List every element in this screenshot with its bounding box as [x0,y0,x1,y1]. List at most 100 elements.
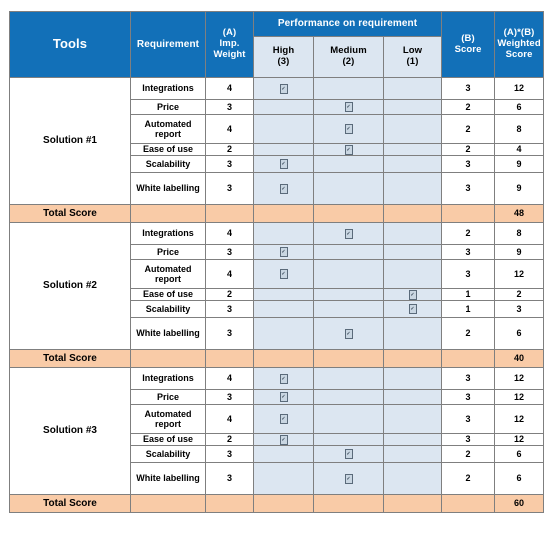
performance-cell-low[interactable] [382,155,443,173]
performance-cell-medium[interactable]: ✓ [313,222,384,245]
importance-weight-cell: 4 [205,114,254,144]
total-score-empty-cell [130,349,206,368]
performance-cell-low[interactable] [382,462,443,495]
weighted-score-cell: 8 [494,222,545,245]
performance-cell-high[interactable]: ✓ [253,367,314,390]
solution-name-cell: Solution #3 [9,367,131,495]
performance-cell-high[interactable]: ✓ [253,259,314,289]
total-score-empty-cell [205,349,254,368]
weighted-score-cell: 6 [494,462,545,495]
performance-cell-medium[interactable] [313,300,384,318]
header-weighted-score: (A)*(B) Weighted Score [494,11,545,78]
requirement-cell: Ease of use [130,143,206,156]
weighted-score-cell: 12 [494,433,545,446]
performance-cell-high[interactable]: ✓ [253,172,314,205]
performance-cell-medium[interactable] [313,155,384,173]
performance-cell-high[interactable]: ✓ [253,389,314,405]
performance-cell-high[interactable] [253,445,314,463]
header-score: (B) Score [441,11,496,78]
total-score-empty-cell [205,204,254,223]
performance-cell-medium[interactable] [313,259,384,289]
requirement-cell: Price [130,99,206,115]
weighted-score-cell: 2 [494,288,545,301]
score-cell: 2 [441,445,496,463]
total-score-row: Total Score 40 [9,349,545,368]
performance-cell-medium[interactable]: ✓ [313,317,384,350]
importance-weight-cell: 3 [205,99,254,115]
weighted-score-cell: 6 [494,99,545,115]
performance-cell-high[interactable]: ✓ [253,244,314,260]
importance-weight-cell: 4 [205,77,254,100]
importance-weight-cell: 3 [205,317,254,350]
performance-cell-high[interactable] [253,114,314,144]
table-row: Solution #2 Integrations 4 ✓ 2 8 [9,222,545,350]
performance-cell-low[interactable] [382,367,443,390]
performance-cell-low[interactable] [382,445,443,463]
header-perf-low: Low (1) [382,36,443,78]
score-cell: 1 [441,300,496,318]
performance-cell-medium[interactable] [313,172,384,205]
performance-cell-low[interactable] [382,317,443,350]
performance-cell-low[interactable] [382,114,443,144]
total-score-value: 40 [494,349,545,368]
score-cell: 3 [441,155,496,173]
performance-cell-high[interactable]: ✓ [253,404,314,434]
performance-cell-medium[interactable]: ✓ [313,114,384,144]
performance-cell-low[interactable] [382,433,443,446]
checkmark-icon: ✓ [408,304,417,315]
score-cell: 3 [441,433,496,446]
score-cell: 3 [441,404,496,434]
total-score-empty-cell [441,349,496,368]
performance-cell-medium[interactable] [313,433,384,446]
weighted-score-cell: 12 [494,259,545,289]
performance-cell-high[interactable] [253,143,314,156]
requirement-cell: Integrations [130,77,206,100]
performance-cell-low[interactable] [382,404,443,434]
performance-cell-medium[interactable] [313,404,384,434]
performance-cell-low[interactable] [382,222,443,245]
performance-cell-high[interactable] [253,462,314,495]
performance-cell-high[interactable]: ✓ [253,77,314,100]
checkmark-icon: ✓ [279,159,288,170]
performance-cell-high[interactable] [253,317,314,350]
header-perf-medium: Medium (2) [313,36,384,78]
performance-cell-low[interactable] [382,259,443,289]
header-perf-high-line2: (3) [277,56,290,67]
requirement-cell: Integrations [130,222,206,245]
performance-cell-low[interactable] [382,172,443,205]
performance-cell-medium[interactable] [313,389,384,405]
performance-cell-medium[interactable]: ✓ [313,99,384,115]
performance-cell-low[interactable] [382,389,443,405]
total-score-label: Total Score [9,204,131,223]
table-row: Solution #3 Integrations 4 ✓ 3 12 [9,367,545,495]
performance-cell-low[interactable] [382,77,443,100]
header-perf-low-line2: (1) [406,56,419,67]
performance-cell-low[interactable] [382,99,443,115]
performance-cell-medium[interactable]: ✓ [313,143,384,156]
total-score-empty-cell [313,204,384,223]
performance-cell-low[interactable]: ✓ [382,300,443,318]
weighted-score-cell: 12 [494,367,545,390]
total-score-empty-cell [130,204,206,223]
importance-weight-cell: 2 [205,288,254,301]
performance-cell-high[interactable] [253,99,314,115]
score-cell: 2 [441,462,496,495]
performance-cell-medium[interactable] [313,77,384,100]
performance-cell-low[interactable] [382,244,443,260]
requirement-cell: White labelling [130,172,206,205]
performance-cell-medium[interactable]: ✓ [313,462,384,495]
performance-cell-medium[interactable] [313,288,384,301]
performance-cell-high[interactable]: ✓ [253,433,314,446]
checkmark-icon: ✓ [279,247,288,258]
performance-cell-high[interactable] [253,222,314,245]
performance-cell-high[interactable] [253,288,314,301]
importance-weight-cell: 3 [205,389,254,405]
performance-cell-medium[interactable] [313,244,384,260]
performance-cell-low[interactable]: ✓ [382,288,443,301]
performance-cell-high[interactable]: ✓ [253,155,314,173]
performance-cell-high[interactable] [253,300,314,318]
performance-cell-low[interactable] [382,143,443,156]
performance-cell-medium[interactable]: ✓ [313,445,384,463]
header-score-line1: (B) [461,32,475,44]
performance-cell-medium[interactable] [313,367,384,390]
